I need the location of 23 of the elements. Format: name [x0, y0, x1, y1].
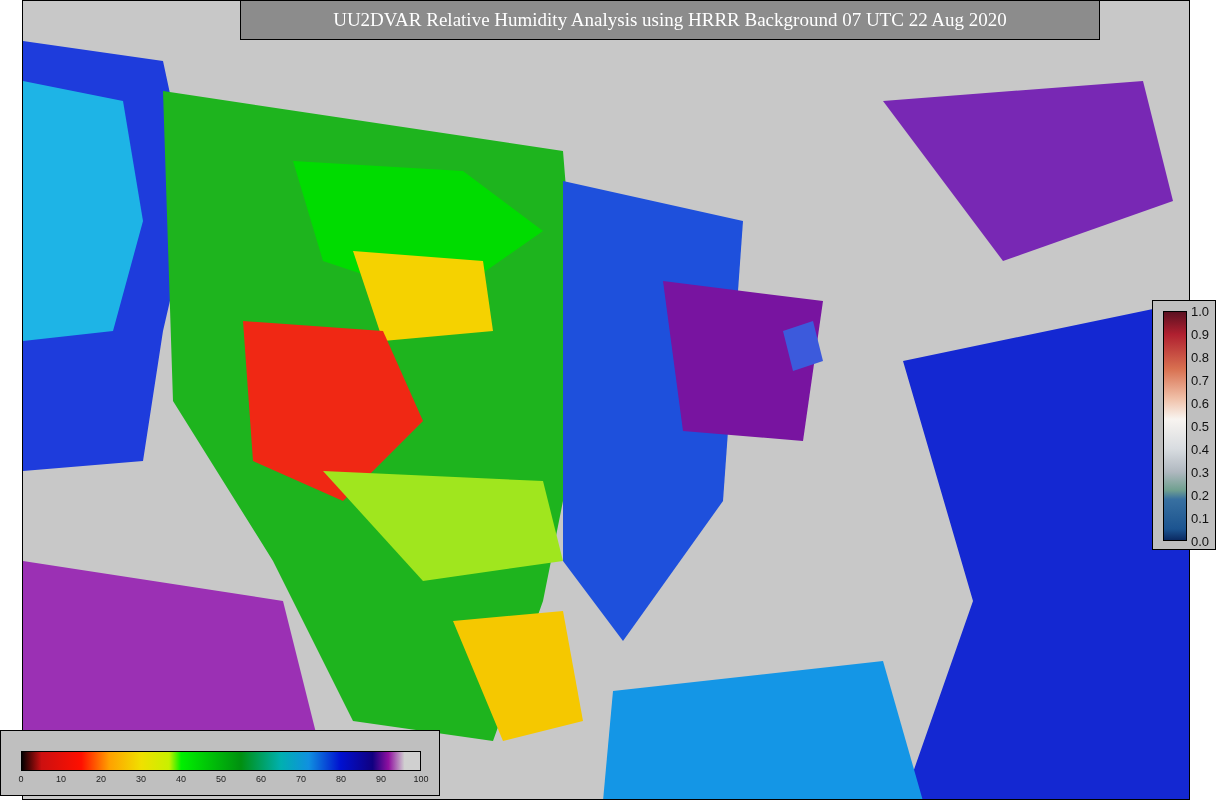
tick-label: 70 — [296, 775, 306, 784]
tick-label: 0.9 — [1191, 327, 1210, 341]
tick-label: 0.0 — [1191, 534, 1210, 548]
tick-label: 0.1 — [1191, 511, 1210, 525]
tick-label: 20 — [96, 775, 106, 784]
tick-label: 0.5 — [1191, 419, 1210, 433]
tick-label: 80 — [336, 775, 346, 784]
tick-label: 1.0 — [1191, 304, 1210, 318]
tick-label: 0.6 — [1191, 396, 1210, 410]
tick-label: 60 — [256, 775, 266, 784]
tick-label: 50 — [216, 775, 226, 784]
tick-label: 0.4 — [1191, 442, 1210, 456]
map-title: UU2DVAR Relative Humidity Analysis using HRRR Background 07 UTC 22 Aug 2020 — [240, 0, 1100, 40]
tick-label: 100 — [413, 775, 429, 784]
tick-label: 40 — [176, 775, 186, 784]
tick-label: 0.7 — [1191, 373, 1210, 387]
tick-label: 0.2 — [1191, 488, 1210, 502]
tick-label: 90 — [376, 775, 386, 784]
tick-label: 0 — [18, 775, 24, 784]
tick-label: 30 — [136, 775, 146, 784]
tick-label: 0.8 — [1191, 350, 1210, 364]
tick-label: 0.3 — [1191, 465, 1210, 479]
tick-label: 10 — [56, 775, 66, 784]
